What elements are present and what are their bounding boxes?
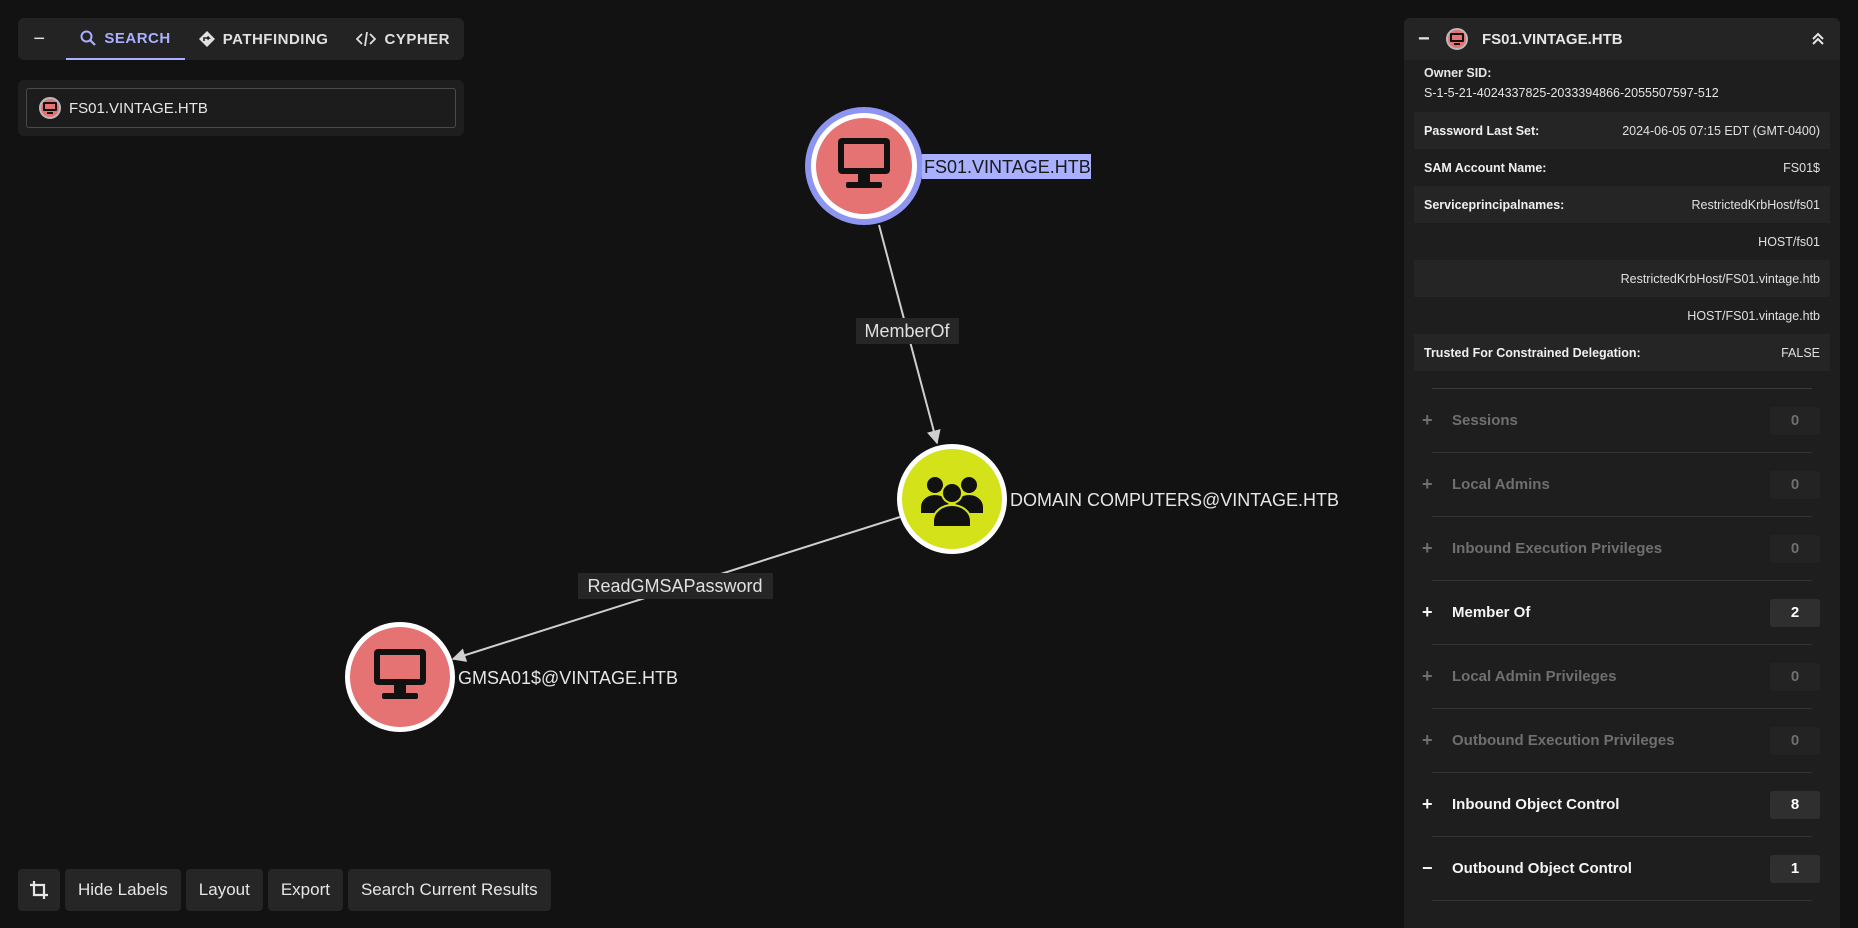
section-inbound-object-control[interactable]: + Inbound Object Control 8 xyxy=(1422,773,1820,837)
section-label: Local Admin Privileges xyxy=(1452,668,1617,685)
node-fs01[interactable] xyxy=(805,107,923,225)
entity-panel-title: FS01.VINTAGE.HTB xyxy=(1482,30,1623,48)
expand-icon: + xyxy=(1422,666,1433,686)
section-label: Local Admins xyxy=(1452,476,1550,493)
tab-search[interactable]: SEARCH xyxy=(66,18,185,60)
prop-key: Serviceprincipalnames: xyxy=(1424,197,1565,212)
node-gmsa01[interactable] xyxy=(345,622,455,732)
section-label: Inbound Object Control xyxy=(1452,796,1620,813)
search-input-value: FS01.VINTAGE.HTB xyxy=(69,99,208,117)
section-inbound-execution-privileges[interactable]: + Inbound Execution Privileges 0 xyxy=(1422,517,1820,581)
prop-value: FS01$ xyxy=(1783,160,1820,175)
prop-value: HOST/fs01 xyxy=(1758,234,1820,249)
nav-tabs: − SEARCH PATHFINDING CYPHER xyxy=(18,18,464,60)
search-input[interactable]: FS01.VINTAGE.HTB xyxy=(26,88,456,128)
prop-value: 2024-06-05 07:15 EDT (GMT-0400) xyxy=(1622,123,1820,138)
prop-row: Password Last Set: 2024-06-05 07:15 EDT (… xyxy=(1414,112,1830,149)
collapse-button[interactable]: − xyxy=(18,18,60,60)
prop-value: RestrictedKrbHost/FS01.vintage.htb xyxy=(1620,271,1820,286)
prop-row: SAM Account Name: FS01$ xyxy=(1414,149,1830,186)
crop-icon xyxy=(30,881,48,899)
graph-canvas[interactable]: MemberOf ReadGMSAPassword FS01.VINTAGE.H… xyxy=(0,0,1400,928)
prop-row: HOST/fs01 xyxy=(1414,223,1830,260)
section-member-of[interactable]: + Member Of 2 xyxy=(1422,581,1820,645)
section-count: 0 xyxy=(1770,662,1820,691)
expand-icon: + xyxy=(1422,730,1433,750)
collapse-icon: − xyxy=(1422,858,1433,878)
layout-button[interactable]: Layout xyxy=(185,869,263,911)
section-count: 0 xyxy=(1770,470,1820,499)
search-icon xyxy=(80,30,97,46)
section-count: 2 xyxy=(1770,598,1820,627)
prop-row: Trusted For Constrained Delegation: FALSE xyxy=(1414,334,1830,371)
node-label-fs01: FS01.VINTAGE.HTB xyxy=(922,154,1091,179)
entity-panel-header: − FS01.VINTAGE.HTB xyxy=(1404,18,1840,60)
tab-cypher-label: CYPHER xyxy=(384,30,450,48)
section-count: 0 xyxy=(1770,406,1820,435)
owner-sid: Owner SID: S-1-5-21-4024337825-203339486… xyxy=(1422,60,1822,112)
section-label: Outbound Execution Privileges xyxy=(1452,732,1675,749)
graph-toolbar: Hide Labels Layout Export Search Current… xyxy=(18,869,551,911)
computer-icon xyxy=(1446,28,1468,50)
search-panel: FS01.VINTAGE.HTB xyxy=(18,80,464,136)
owner-sid-value: S-1-5-21-4024337825-2033394866-205550759… xyxy=(1424,86,1719,100)
prop-key: Password Last Set: xyxy=(1424,123,1540,138)
entity-panel: − FS01.VINTAGE.HTB Owner SID: S-1-5-21-4… xyxy=(1404,18,1840,928)
pathfinding-icon xyxy=(198,31,215,47)
prop-key: SAM Account Name: xyxy=(1424,160,1547,175)
section-label: Member Of xyxy=(1452,604,1531,621)
code-icon xyxy=(356,31,377,47)
section-label: Outbound Object Control xyxy=(1452,860,1632,877)
section-label: Sessions xyxy=(1452,412,1518,429)
tab-cypher[interactable]: CYPHER xyxy=(342,18,464,60)
prop-value: HOST/FS01.vintage.htb xyxy=(1687,308,1820,323)
tab-search-label: SEARCH xyxy=(104,29,171,47)
expand-icon: + xyxy=(1422,794,1433,814)
edge-label-readgmsapassword: ReadGMSAPassword xyxy=(578,573,773,599)
svg-text:MemberOf: MemberOf xyxy=(864,321,950,341)
prop-row: HOST/FS01.vintage.htb xyxy=(1414,297,1830,334)
prop-row: Serviceprincipalnames: RestrictedKrbHost/… xyxy=(1414,186,1830,223)
section-label: Inbound Execution Privileges xyxy=(1452,540,1663,557)
section-count: 8 xyxy=(1770,790,1820,819)
export-button[interactable]: Export xyxy=(267,869,343,911)
prop-key: Trusted For Constrained Delegation: xyxy=(1424,345,1641,360)
panel-collapse-button[interactable]: − xyxy=(1418,28,1432,51)
sections-list: + Sessions 0 + Local Admins 0 + Inbound Execu… xyxy=(1404,389,1840,901)
section-outbound-object-control[interactable]: − Outbound Object Control 1 xyxy=(1422,837,1820,901)
crop-button[interactable] xyxy=(18,869,60,911)
tab-pathfinding[interactable]: PATHFINDING xyxy=(185,18,343,60)
node-label-gmsa01: GMSA01$@VINTAGE.HTB xyxy=(458,668,678,688)
properties-list: Owner SID: S-1-5-21-4024337825-203339486… xyxy=(1404,60,1840,371)
chevrons-up-icon[interactable] xyxy=(1810,31,1826,47)
prop-value: RestrictedKrbHost/fs01 xyxy=(1691,197,1820,212)
svg-text:ReadGMSAPassword: ReadGMSAPassword xyxy=(587,576,762,596)
computer-icon xyxy=(39,97,61,119)
search-current-results-button[interactable]: Search Current Results xyxy=(347,869,551,911)
expand-icon: + xyxy=(1422,538,1433,558)
section-outbound-execution-privileges[interactable]: + Outbound Execution Privileges 0 xyxy=(1422,709,1820,773)
owner-sid-key: Owner SID: xyxy=(1424,66,1492,80)
svg-text:FS01.VINTAGE.HTB: FS01.VINTAGE.HTB xyxy=(924,157,1091,177)
prop-row: RestrictedKrbHost/FS01.vintage.htb xyxy=(1414,260,1830,297)
section-count: 0 xyxy=(1770,534,1820,563)
tab-pathfinding-label: PATHFINDING xyxy=(222,30,329,48)
expand-icon: + xyxy=(1422,474,1433,494)
hide-labels-button[interactable]: Hide Labels xyxy=(65,869,181,911)
expand-icon: + xyxy=(1422,602,1433,622)
section-local-admin-privileges[interactable]: + Local Admin Privileges 0 xyxy=(1422,645,1820,709)
section-count: 0 xyxy=(1770,726,1820,755)
prop-value: FALSE xyxy=(1781,345,1820,360)
expand-icon: + xyxy=(1422,410,1433,430)
section-count: 1 xyxy=(1770,854,1820,883)
section-sessions[interactable]: + Sessions 0 xyxy=(1422,389,1820,453)
node-domain-computers[interactable] xyxy=(897,444,1007,554)
section-local-admins[interactable]: + Local Admins 0 xyxy=(1422,453,1820,517)
node-label-domain-computers: DOMAIN COMPUTERS@VINTAGE.HTB xyxy=(1010,490,1339,510)
edge-label-memberof: MemberOf xyxy=(856,318,959,344)
